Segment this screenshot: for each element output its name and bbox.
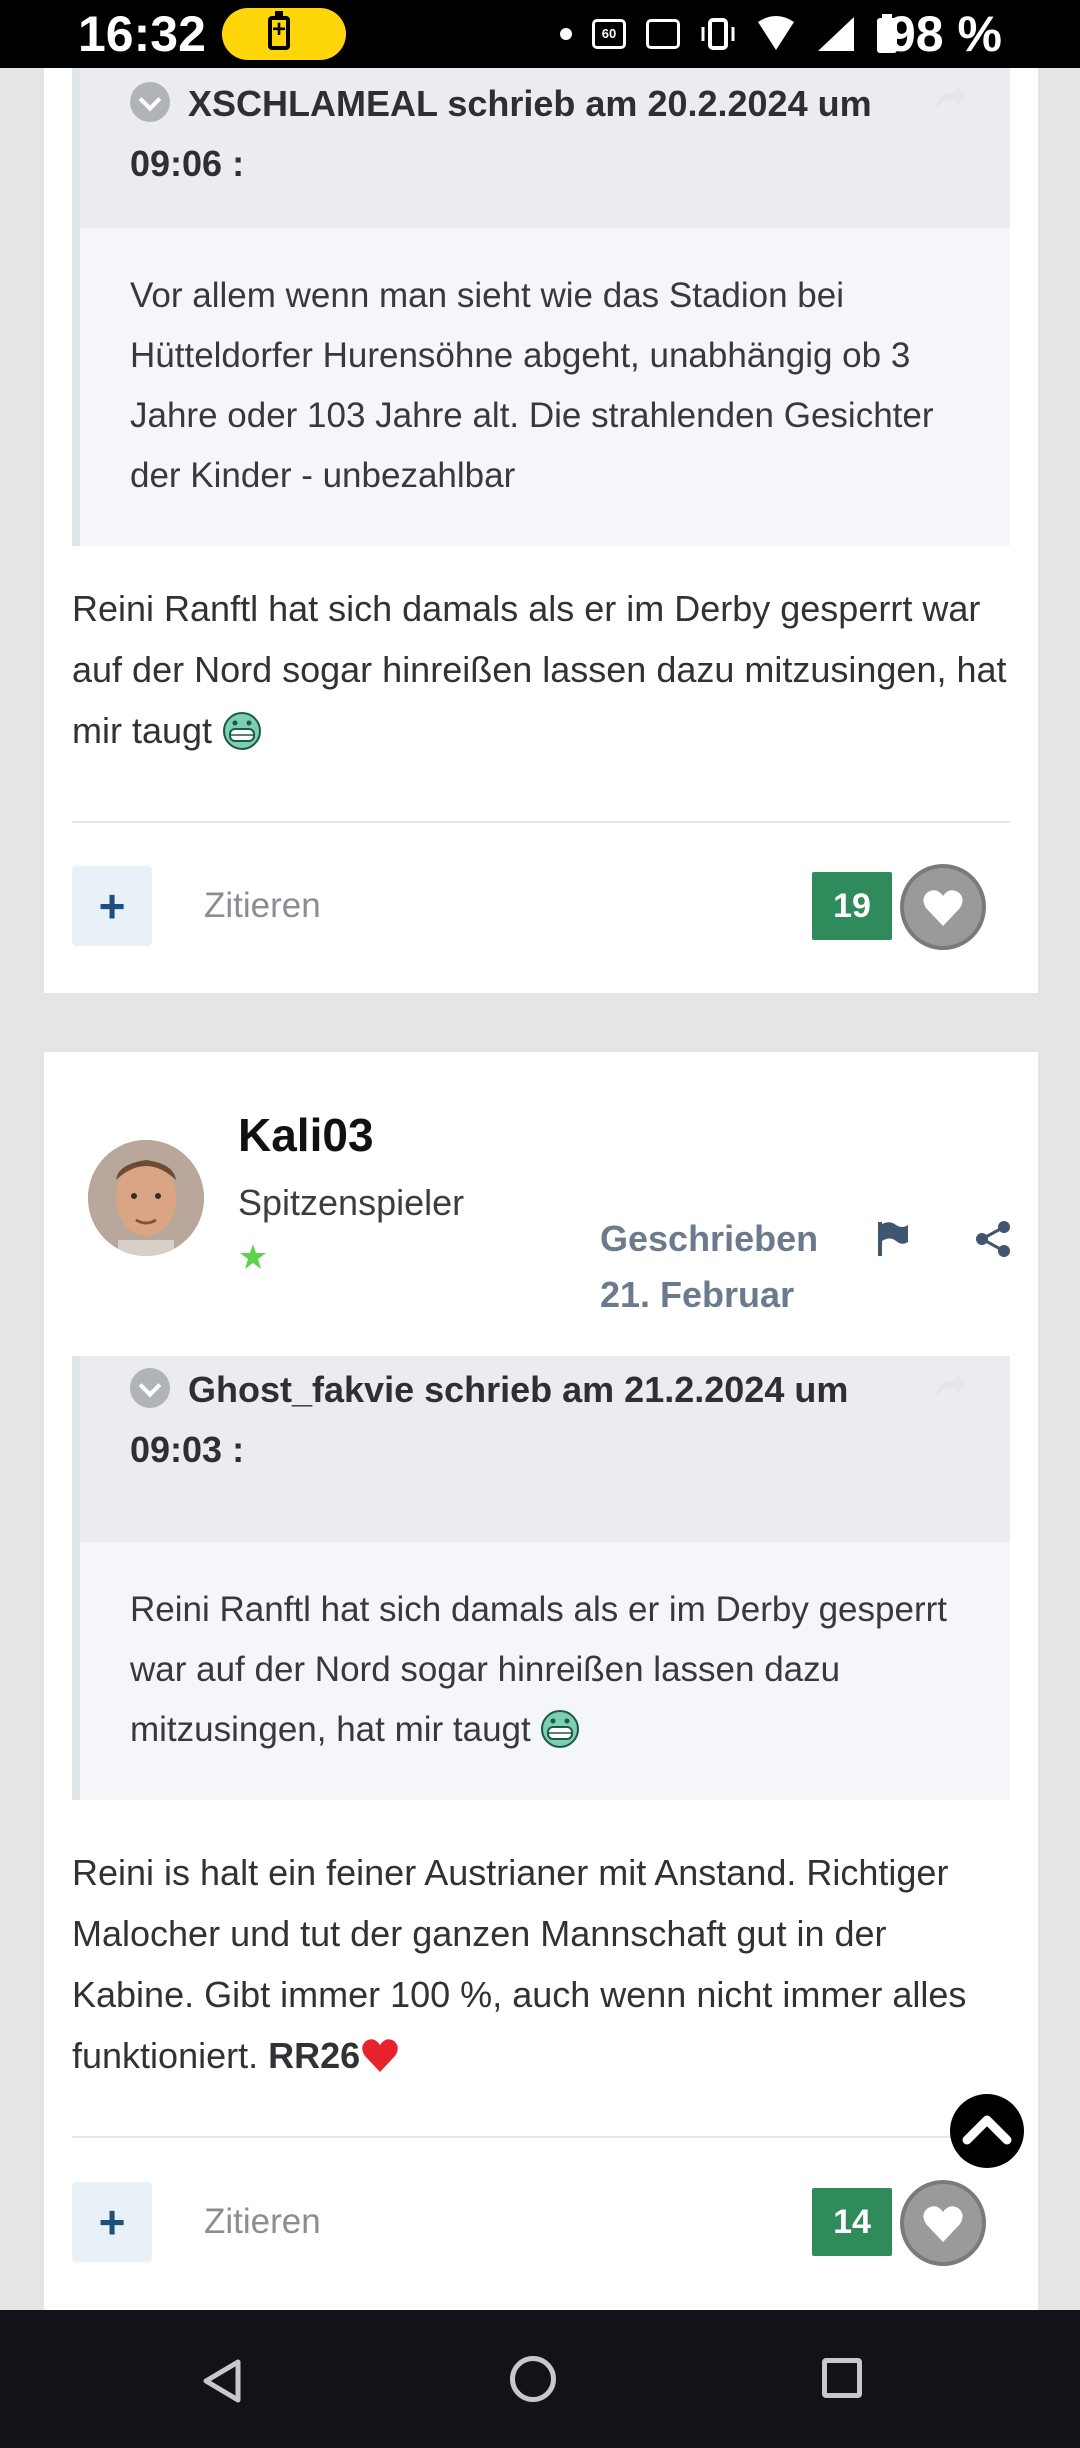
plus-icon: +: [98, 880, 126, 932]
like-count-badge: 14: [812, 2188, 892, 2256]
quote-block: XSCHLAMEAL schrieb am 20.2.2024 um 09:06…: [72, 68, 1010, 546]
cite-button[interactable]: Zitieren: [204, 866, 321, 946]
collapse-toggle-icon[interactable]: [130, 82, 170, 122]
grin-emoji-icon: [541, 1710, 580, 1748]
collapse-toggle-icon[interactable]: [130, 1368, 170, 1408]
posted-date[interactable]: 21. Februar: [600, 1266, 794, 1324]
avatar-photo: [88, 1140, 204, 1256]
quote-body: Vor allem wenn man sieht wie das Stadion…: [80, 228, 1010, 546]
author-avatar[interactable]: [88, 1140, 204, 1256]
author-rank: Spitzenspieler: [238, 1182, 465, 1223]
cite-button[interactable]: Zitieren: [204, 2182, 321, 2262]
multiquote-add-button[interactable]: +: [72, 2182, 152, 2262]
post-card: Kali03 Spitzenspieler Geschrieben 21. Fe…: [44, 1052, 1038, 2312]
rank-star-icon: [240, 1244, 266, 1269]
quote-header: Ghost_fakvie schrieb am 21.2.2024 um 09:…: [80, 1356, 1010, 1542]
quote-link-icon[interactable]: [930, 78, 970, 118]
post-card: XSCHLAMEAL schrieb am 20.2.2024 um 09:06…: [44, 68, 1038, 993]
share-icon[interactable]: [974, 1220, 1012, 1258]
like-count-badge: 19: [812, 872, 892, 940]
nfc-icon: [646, 19, 680, 49]
signal-icon: [818, 17, 854, 51]
notification-dot-icon: [560, 28, 572, 40]
battery-charging-icon: [268, 11, 290, 50]
quote-link-icon[interactable]: [930, 1366, 970, 1406]
heart-icon: [923, 890, 963, 926]
vibrate-icon: [701, 18, 735, 50]
multiquote-add-button[interactable]: +: [72, 866, 152, 946]
recent-apps-icon[interactable]: [822, 2358, 862, 2398]
status-bar: 16:32 60 98 %: [0, 0, 1080, 68]
like-button[interactable]: [900, 2180, 986, 2266]
battery-percent: 98 %: [888, 6, 1002, 62]
red-heart-icon: [362, 2039, 398, 2072]
status-time: 16:32: [78, 6, 206, 62]
chevron-up-icon: [962, 2115, 1012, 2145]
post-text-bold: RR26: [268, 2035, 361, 2076]
heart-icon: [923, 2206, 963, 2242]
post-text: Reini Ranftl hat sich damals als er im D…: [72, 588, 1007, 751]
wifi-icon: [758, 16, 794, 50]
post-body: Reini is halt ein feiner Austrianer mit …: [72, 1842, 1012, 2086]
scroll-to-top-button[interactable]: [950, 2094, 1024, 2168]
quote-body-text: Reini Ranftl hat sich damals als er im D…: [130, 1590, 947, 1749]
post-divider: [72, 821, 1010, 823]
report-flag-icon[interactable]: [874, 1220, 912, 1258]
like-button[interactable]: [900, 864, 986, 950]
author-name[interactable]: Kali03: [238, 1108, 374, 1162]
quote-header: XSCHLAMEAL schrieb am 20.2.2024 um 09:06…: [80, 68, 1010, 228]
home-icon[interactable]: [510, 2356, 556, 2402]
plus-icon: +: [98, 2196, 126, 2248]
quote-block: Ghost_fakvie schrieb am 21.2.2024 um 09:…: [72, 1356, 1010, 1800]
grin-emoji-icon: [223, 712, 262, 750]
status-icons: 60: [560, 12, 898, 56]
system-navigation-bar: [0, 2310, 1080, 2448]
refresh-rate-icon: 60: [592, 19, 626, 49]
quote-header-text: XSCHLAMEAL schrieb am 20.2.2024 um 09:06…: [130, 83, 872, 184]
quote-body: Reini Ranftl hat sich damals als er im D…: [80, 1542, 1010, 1800]
post-text: Reini is halt ein feiner Austrianer mit …: [72, 1852, 967, 2076]
post-body: Reini Ranftl hat sich damals als er im D…: [72, 578, 1012, 761]
back-icon[interactable]: [200, 2358, 244, 2404]
post-divider: [72, 2136, 1010, 2138]
battery-saver-pill: [222, 8, 346, 60]
posted-label: Geschrieben: [600, 1218, 819, 1259]
quote-header-text: Ghost_fakvie schrieb am 21.2.2024 um 09:…: [130, 1369, 849, 1470]
